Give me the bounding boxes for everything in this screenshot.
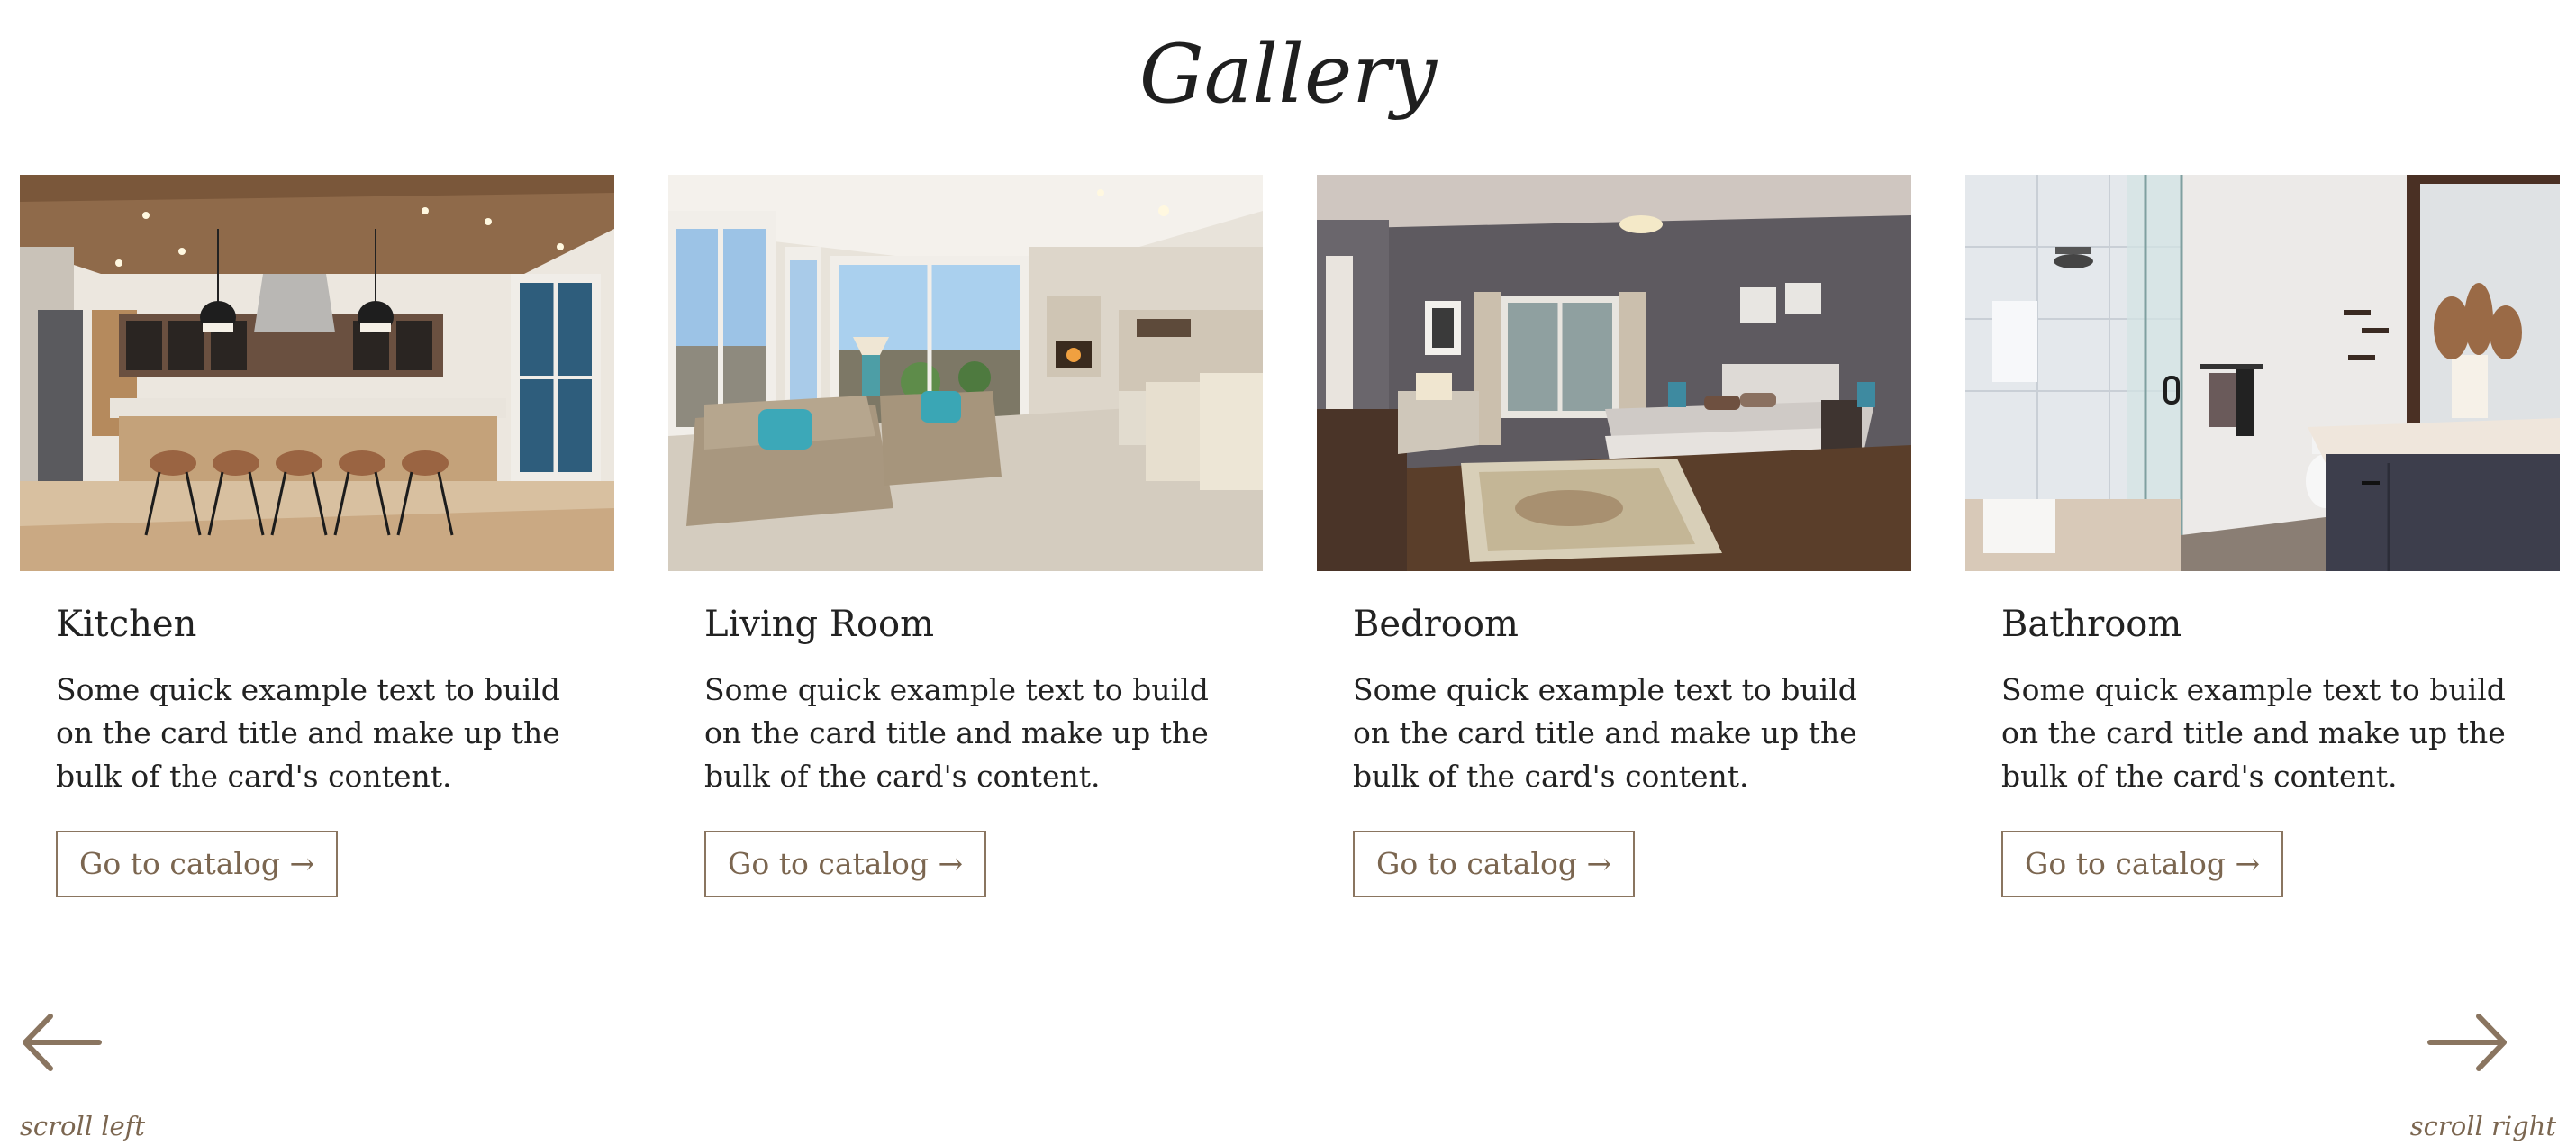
card-text: Some quick example text to build on the … (704, 672, 1209, 794)
card-bedroom: Bedroom Some quick example text to build… (1317, 175, 1911, 914)
bedroom-photo (1317, 175, 1911, 571)
card-bathroom: Bathroom Some quick example text to buil… (1965, 175, 2560, 914)
go-to-catalog-button[interactable]: Go to catalog → (2001, 831, 2284, 897)
card-text: Some quick example text to build on the … (2001, 672, 2506, 794)
go-to-catalog-button[interactable]: Go to catalog → (56, 831, 339, 897)
card-living-room: Living Room Some quick example text to b… (668, 175, 1263, 914)
card-title: Living Room (704, 604, 935, 645)
page-title: Gallery (1138, 27, 1438, 122)
card-title: Kitchen (56, 604, 197, 645)
kitchen-photo (20, 175, 614, 571)
card-title: Bedroom (1353, 604, 1519, 645)
card-text: Some quick example text to build on the … (56, 672, 560, 794)
card-text: Some quick example text to build on the … (1353, 672, 1857, 794)
scroll-right-link[interactable]: scroll right (2410, 1108, 2556, 1144)
card-kitchen: Kitchen Some quick example text to build… (20, 175, 614, 914)
go-to-catalog-button[interactable]: Go to catalog → (1353, 831, 1636, 897)
arrow-right-icon[interactable] (2426, 1011, 2509, 1074)
living-room-photo (668, 175, 1263, 571)
arrow-left-icon[interactable] (20, 1011, 103, 1074)
go-to-catalog-button[interactable]: Go to catalog → (704, 831, 987, 897)
bathroom-photo (1965, 175, 2560, 571)
card-title: Bathroom (2001, 604, 2182, 645)
card-gallery: Kitchen Some quick example text to build… (20, 175, 2560, 914)
scroll-left-link[interactable]: scroll left (20, 1108, 145, 1144)
